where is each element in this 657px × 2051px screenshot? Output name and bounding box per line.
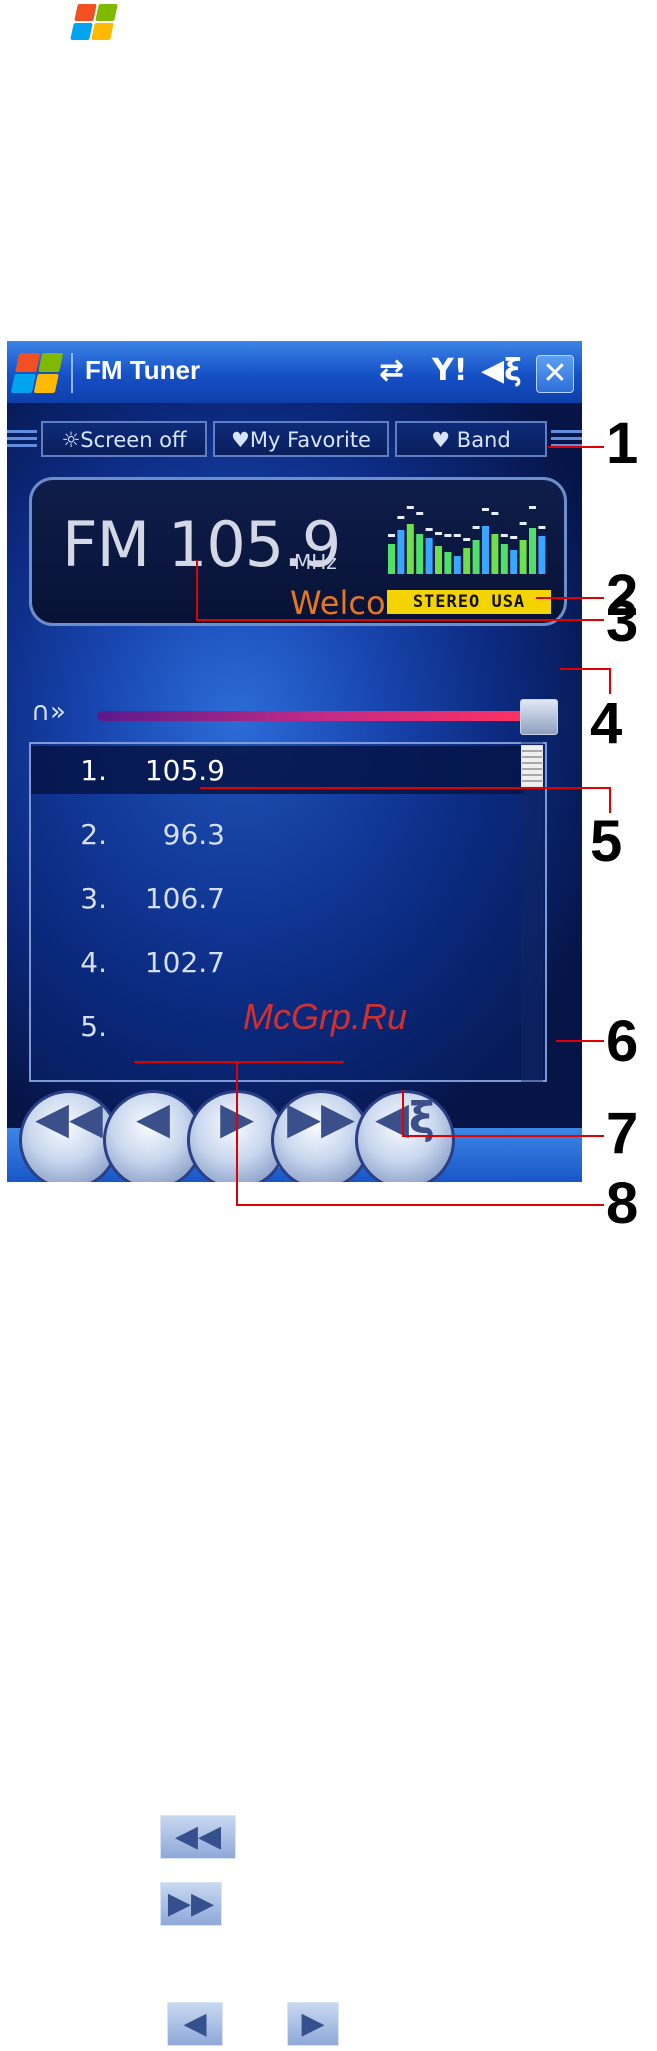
equalizer-peak: [425, 528, 433, 531]
equalizer-bar: [491, 534, 499, 574]
equalizer-bar: [463, 548, 471, 574]
equalizer-bar: [529, 528, 536, 574]
equalizer-bar: [510, 550, 518, 574]
equalizer-bar: [416, 534, 424, 574]
callout-line-7-v: [402, 1090, 404, 1136]
band-label: FM: [62, 508, 150, 581]
preset-item[interactable]: 4. 102.7: [31, 938, 525, 986]
equalizer-peak: [444, 534, 452, 537]
stereo-region-badge: STEREO USA: [387, 590, 551, 614]
callout-line-8-h: [236, 1204, 604, 1206]
equalizer-bar: [500, 544, 508, 574]
callout-line-7-h: [402, 1135, 604, 1137]
callout-number-7: 7: [606, 1101, 639, 1166]
my-favorite-button[interactable]: ♥My Favorite: [213, 421, 389, 457]
callout-number-6: 6: [606, 1009, 639, 1074]
equalizer-bar: [425, 538, 433, 574]
equalizer-peak: [453, 534, 461, 537]
preset-frequency: 102.7: [144, 946, 225, 979]
callout-line-4-h: [560, 668, 610, 670]
callout-line-3-v: [196, 560, 198, 620]
callout-line-5-h: [200, 787, 610, 789]
equalizer-peak: [519, 522, 527, 525]
preset-number: 2.: [80, 818, 107, 851]
equalizer-peak: [510, 536, 518, 539]
callout-line-2: [536, 597, 604, 599]
equalizer-bar: [444, 552, 452, 574]
watermark-text: McGrp.Ru: [243, 996, 408, 1037]
equalizer-peak: [500, 534, 508, 537]
equalizer-bar: [435, 546, 442, 574]
band-button[interactable]: ♥ Band: [395, 421, 547, 457]
equalizer-peak: [472, 526, 480, 529]
close-button[interactable]: ✕: [536, 355, 574, 393]
spectrum-equalizer: [388, 506, 546, 574]
equalizer-peak: [406, 506, 414, 509]
signal-icon[interactable]: Y!: [432, 353, 467, 388]
start-menu-icon[interactable]: [10, 353, 64, 393]
title-bar: FM Tuner ⇄ Y! ◀ξ ✕: [7, 341, 582, 403]
step-down-icon: ◀: [167, 2002, 223, 2046]
sync-arrows-icon[interactable]: ⇄: [379, 353, 404, 388]
callout-line-8-v: [236, 1061, 238, 1205]
app-title: FM Tuner: [85, 355, 201, 385]
equalizer-peak: [397, 516, 405, 519]
preset-frequency: 106.7: [144, 882, 225, 915]
equalizer-peak: [529, 506, 536, 509]
equalizer-bar: [388, 544, 395, 574]
headphone-icon: ∩»: [31, 697, 66, 727]
step-up-icon: ▶: [287, 2002, 339, 2046]
seek-back-icon: ◀◀: [160, 1815, 236, 1859]
callout-number-4: 4: [590, 691, 623, 756]
volume-slider-track[interactable]: [97, 711, 527, 721]
speaker-icon[interactable]: ◀ξ: [481, 353, 522, 388]
frequency-display: FM 105.9 MHz Welcor STEREO USA: [29, 477, 567, 626]
preset-number: 4.: [80, 946, 107, 979]
equalizer-peak: [435, 532, 442, 535]
preset-item[interactable]: 2. 96.3: [31, 810, 525, 858]
callout-number-5: 5: [590, 809, 623, 874]
seek-forward-icon: ▶▶: [160, 1882, 222, 1926]
equalizer-peak: [463, 538, 471, 541]
callout-line-3-h: [196, 619, 604, 621]
toolbar-decoration-left: [7, 430, 37, 448]
callout-number-1: 1: [606, 411, 639, 476]
frequency-unit: MHz: [294, 550, 337, 574]
preset-number: 1.: [80, 754, 107, 787]
device-screen: FM Tuner ⇄ Y! ◀ξ ✕ ☼Screen off ♥My Favor…: [7, 341, 582, 1182]
title-separator: [71, 353, 73, 393]
callout-line-6: [556, 1040, 604, 1042]
callout-line-1: [548, 446, 604, 448]
preset-number: 3.: [80, 882, 107, 915]
volume-slider-thumb[interactable]: [520, 699, 558, 735]
equalizer-bar: [538, 536, 546, 574]
equalizer-peak: [482, 508, 489, 511]
preset-frequency: 96.3: [162, 818, 225, 851]
windows-start-icon: [70, 4, 118, 40]
equalizer-peak: [416, 512, 424, 515]
equalizer-bar: [453, 556, 461, 574]
preset-scrollbar[interactable]: [521, 742, 543, 1082]
callout-number-3: 3: [606, 589, 639, 654]
preset-scroll-thumb[interactable]: [521, 745, 543, 787]
callout-number-8: 8: [606, 1171, 639, 1236]
callout-line-8-top: [134, 1061, 344, 1063]
preset-frequency: 105.9: [144, 754, 225, 787]
equalizer-peak: [491, 512, 499, 515]
equalizer-bar: [472, 540, 480, 574]
preset-number: 5.: [80, 1010, 107, 1043]
rds-text: Welcor: [290, 584, 399, 622]
equalizer-bar: [482, 526, 489, 574]
preset-item[interactable]: 3. 106.7: [31, 874, 525, 922]
equalizer-peak: [538, 526, 546, 529]
screen-off-button[interactable]: ☼Screen off: [41, 421, 207, 457]
equalizer-bar: [406, 524, 414, 574]
equalizer-bar: [519, 540, 527, 574]
equalizer-bar: [397, 530, 405, 574]
equalizer-peak: [388, 534, 395, 537]
